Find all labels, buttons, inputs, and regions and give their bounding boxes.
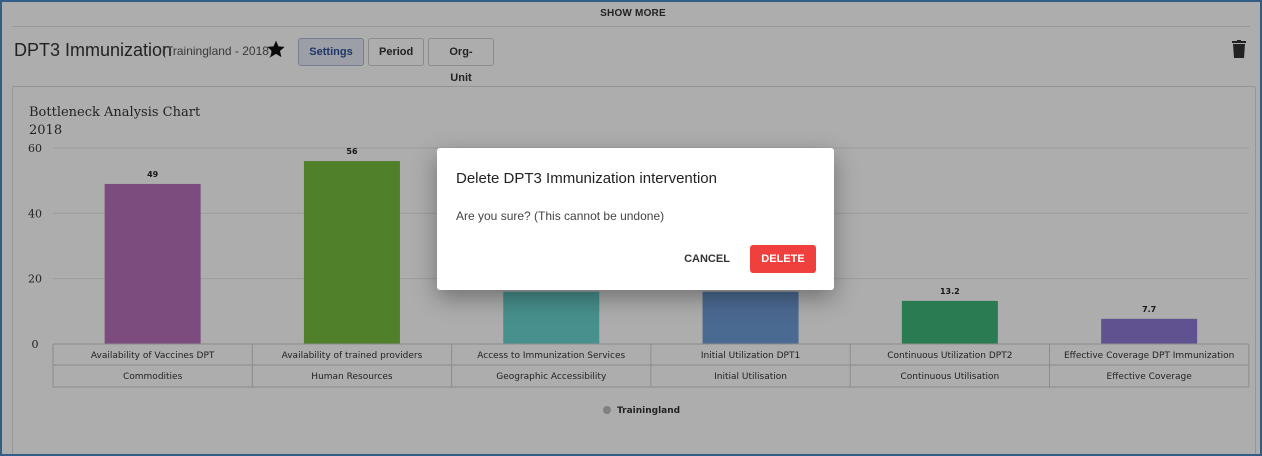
cancel-button[interactable]: CANCEL	[677, 246, 737, 272]
dialog-title: Delete DPT3 Immunization intervention	[456, 170, 717, 187]
delete-button[interactable]: DELETE	[750, 245, 816, 273]
dialog-message: Are you sure? (This cannot be undone)	[456, 209, 665, 223]
delete-confirm-dialog: Delete DPT3 Immunization intervention Ar…	[437, 148, 834, 290]
